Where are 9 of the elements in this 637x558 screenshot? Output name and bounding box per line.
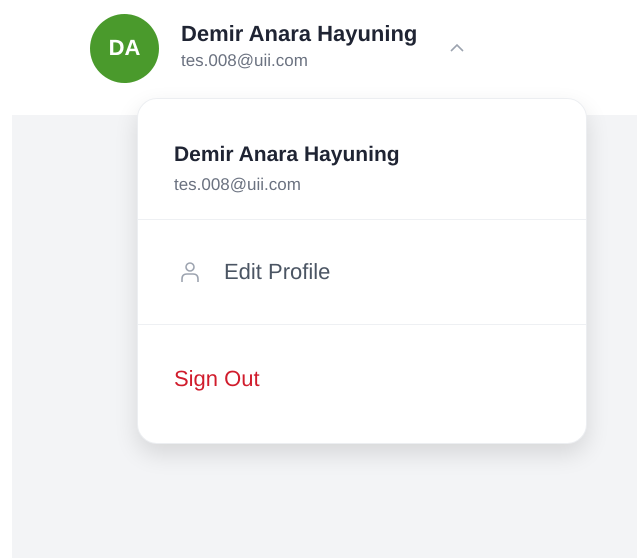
user-email: tes.008@uii.com	[181, 51, 309, 71]
edit-profile-menu-item[interactable]: Edit Profile	[174, 259, 330, 285]
person-icon	[180, 261, 200, 283]
chevron-icon	[449, 43, 466, 53]
user-name: Demir Anara Hayuning	[174, 143, 401, 167]
sign-out-menu-item[interactable]: Sign Out	[174, 366, 260, 392]
user-email: tes.008@uii.com	[174, 175, 302, 195]
user-name: Demir Anara Hayuning	[181, 21, 418, 47]
avatar: DA	[90, 14, 159, 82]
